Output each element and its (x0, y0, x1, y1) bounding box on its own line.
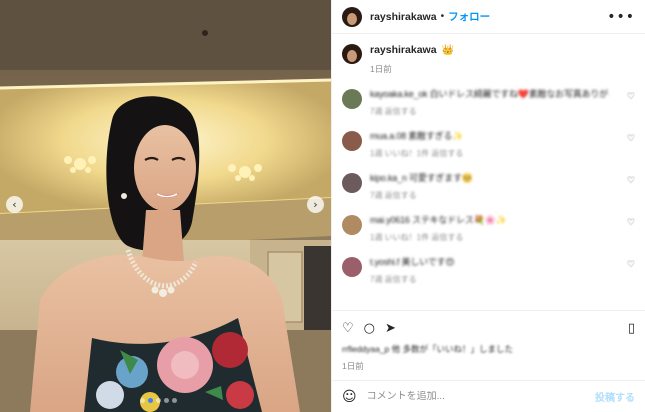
post-side-panel: rayshirakawa • フォロー ••• rayshirakawa 👑 1… (331, 0, 645, 412)
comment-row: kayoaka.ke_ok 白いドレス綺麗ですね❤️素敵なお写真ありがとうござい… (342, 87, 635, 129)
more-horizontal-icon[interactable]: ••• (607, 9, 635, 25)
carousel-dot (156, 398, 161, 403)
comment-text: t.yoshi.f 美しいです😍 (370, 257, 455, 267)
post-photo[interactable]: ‹ › (0, 0, 331, 412)
crown-emoji: 👑 (441, 45, 455, 56)
comment-meta[interactable]: 7週 返信する (370, 106, 623, 117)
comment-text: mai.y0616 ステキなドレス💐🌸✨ (370, 215, 507, 225)
post-time: 1日前 (342, 361, 364, 371)
comment-list: kayoaka.ke_ok 白いドレス綺麗ですね❤️素敵なお写真ありがとうござい… (342, 87, 635, 297)
carousel-dot-active (148, 398, 153, 403)
caption: rayshirakawa 👑 1日前 (342, 44, 635, 75)
comment-body: mai.y0616 ステキなドレス💐🌸✨ 1週 いいね！1件 返信する (370, 213, 623, 243)
chevron-right-icon[interactable]: › (307, 196, 324, 213)
comment-heart-icon[interactable]: ♡ (623, 259, 635, 270)
comment-row: kipo.ka_n 可愛すぎます🥺 7週 返信する ♡ (342, 171, 635, 213)
comment-meta[interactable]: 7週 返信する (370, 190, 623, 201)
comment-text: kipo.ka_n 可愛すぎます🥺 (370, 173, 473, 183)
share-icon[interactable]: ➤ (385, 321, 396, 336)
comments-section: rayshirakawa 👑 1日前 kayoaka.ke_ok 白いドレス綺麗… (332, 34, 645, 310)
avatar[interactable] (342, 6, 362, 27)
comment-body: t.yoshi.f 美しいです😍 7週 返信する (370, 255, 623, 285)
heart-icon[interactable]: ♡ (342, 321, 354, 336)
comment-text: kayoaka.ke_ok 白いドレス綺麗ですね❤️素敵なお写真ありがとうござい… (370, 89, 610, 99)
comment-icon[interactable]: ○ (364, 321, 375, 336)
caption-avatar[interactable] (342, 44, 362, 64)
comment-heart-icon[interactable]: ♡ (623, 175, 635, 186)
comment-avatar[interactable] (342, 89, 362, 109)
chevron-left-icon[interactable]: ‹ (6, 196, 23, 213)
comment-avatar[interactable] (342, 215, 362, 235)
post-header: rayshirakawa • フォロー ••• (332, 0, 645, 34)
header-separator: • (440, 11, 445, 22)
comment-row: mua.a.08 素敵すぎる✨ 1週 いいね！1件 返信する ♡ (342, 129, 635, 171)
post-button[interactable]: 投稿する (595, 389, 635, 404)
comment-heart-icon[interactable]: ♡ (623, 217, 635, 228)
add-comment-bar: ☺ 投稿する (332, 380, 645, 412)
comment-meta[interactable]: 1週 いいね！1件 返信する (370, 148, 623, 159)
comment-avatar[interactable] (342, 173, 362, 193)
comment-body: mua.a.08 素敵すぎる✨ 1週 いいね！1件 返信する (370, 129, 623, 159)
carousel-dot (164, 398, 169, 403)
action-icons: ♡ ○ ➤ ▯ (342, 319, 635, 337)
caption-time: 1日前 (370, 64, 392, 74)
comment-heart-icon[interactable]: ♡ (623, 133, 635, 144)
comment-meta[interactable]: 7週 返信する (370, 274, 623, 285)
comment-avatar[interactable] (342, 131, 362, 151)
comment-meta[interactable]: 1週 いいね！1件 返信する (370, 232, 623, 243)
comment-avatar[interactable] (342, 257, 362, 277)
follow-button[interactable]: フォロー (448, 9, 490, 24)
post-actions: ♡ ○ ➤ ▯ rrfleddyaa_p 他 多数が「いいね！」しました 1日前 (332, 310, 645, 372)
smiley-icon[interactable]: ☺ (342, 389, 357, 405)
carousel-dot (140, 398, 145, 403)
portrait-photo (0, 0, 331, 412)
comment-row: t.yoshi.f 美しいです😍 7週 返信する ♡ (342, 255, 635, 297)
carousel-dots (140, 398, 177, 403)
comment-row: mai.y0616 ステキなドレス💐🌸✨ 1週 いいね！1件 返信する ♡ (342, 213, 635, 255)
header-username[interactable]: rayshirakawa (370, 11, 437, 23)
bookmark-icon[interactable]: ▯ (628, 321, 635, 336)
likes-summary[interactable]: rrfleddyaa_p 他 多数が「いいね！」しました (342, 343, 635, 355)
instagram-post-view: ‹ › rayshirakawa • フォロー ••• rayshirakawa (0, 0, 645, 412)
carousel-dot (172, 398, 177, 403)
caption-body: rayshirakawa 👑 1日前 (370, 44, 454, 75)
comment-text: mua.a.08 素敵すぎる✨ (370, 131, 464, 141)
comment-heart-icon[interactable]: ♡ (623, 91, 635, 102)
comment-body: kipo.ka_n 可愛すぎます🥺 7週 返信する (370, 171, 623, 201)
comment-input[interactable] (366, 391, 595, 402)
caption-username[interactable]: rayshirakawa (370, 44, 437, 56)
comment-body: kayoaka.ke_ok 白いドレス綺麗ですね❤️素敵なお写真ありがとうござい… (370, 87, 623, 117)
